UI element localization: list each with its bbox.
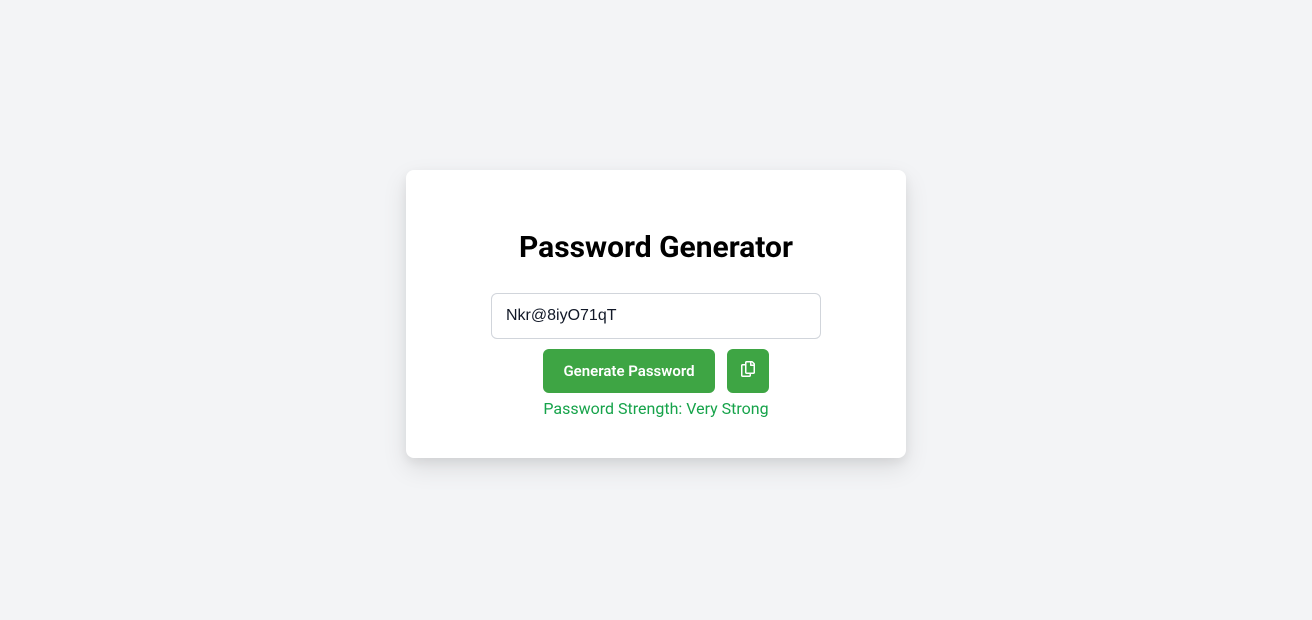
generate-password-button[interactable]: Generate Password	[543, 349, 714, 393]
password-output-input[interactable]	[491, 293, 821, 339]
page-title: Password Generator	[446, 230, 866, 265]
copy-button[interactable]	[727, 349, 769, 393]
copy-icon	[740, 361, 756, 381]
password-generator-card: Password Generator Generate Password Pas…	[406, 170, 906, 458]
button-row: Generate Password	[446, 349, 866, 393]
password-strength-label: Password Strength: Very Strong	[446, 399, 866, 418]
